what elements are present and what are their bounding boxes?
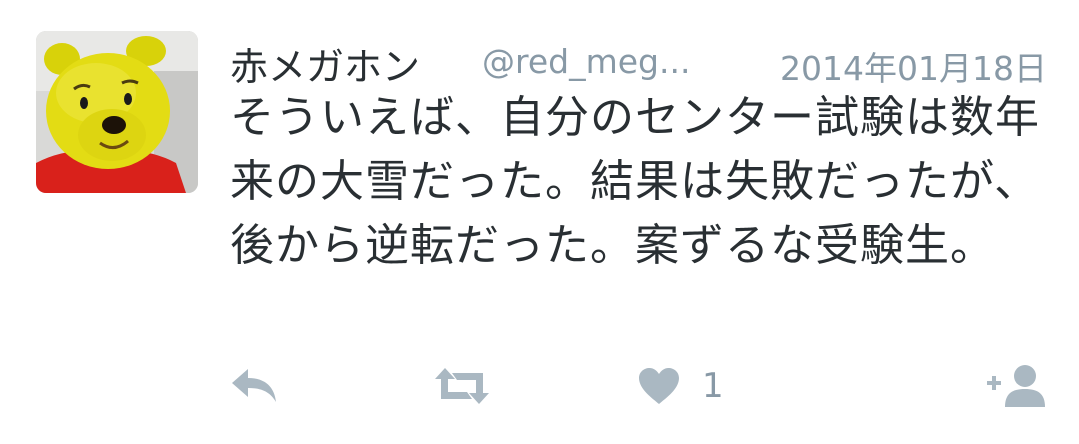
like-count: 1 xyxy=(702,366,724,406)
add-user-icon xyxy=(987,365,1045,407)
tweet-date[interactable]: 2014年01月18日 xyxy=(780,42,1047,90)
tweet-text: そういえば、自分のセンター試験は数年来の大雪だった。結果は失敗だったが、後から逆… xyxy=(230,92,1040,271)
heart-icon xyxy=(639,368,679,404)
tweet-header: 赤メガホン @red_meg... 2014年01月18日 xyxy=(230,30,1047,90)
avatar[interactable] xyxy=(36,31,198,193)
retweet-icon xyxy=(435,368,489,404)
reply-icon xyxy=(232,369,276,402)
like-button[interactable]: 1 xyxy=(638,362,724,410)
reply-button[interactable] xyxy=(230,362,278,410)
tweet-card[interactable]: 赤メガホン @red_meg... 2014年01月18日 そういえば、自分のセ… xyxy=(0,0,1079,444)
tweet-actions: 1 xyxy=(230,362,1047,410)
avatar-image xyxy=(36,31,198,193)
follow-button[interactable] xyxy=(985,362,1047,410)
author-handle[interactable]: @red_meg... xyxy=(482,42,690,81)
retweet-button[interactable] xyxy=(433,362,491,410)
author-name[interactable]: 赤メガホン xyxy=(230,36,420,90)
